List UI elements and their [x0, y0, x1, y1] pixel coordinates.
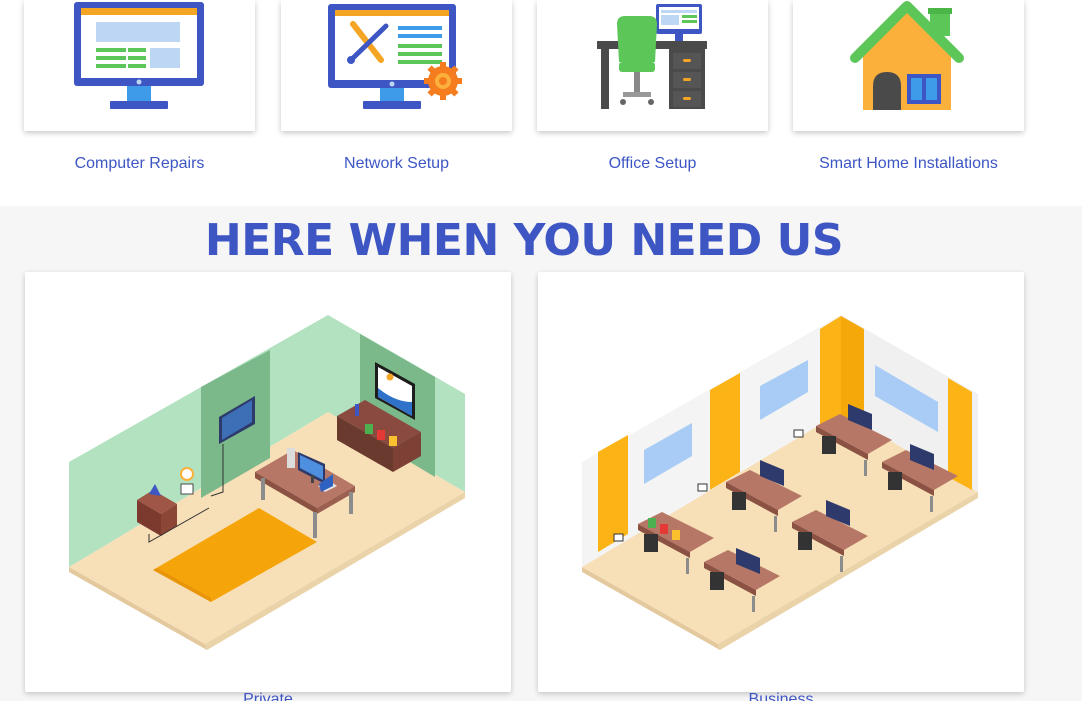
services-section: Computer Repairs Network Setup Office Se…: [0, 0, 1082, 206]
here-when-you-need-us-section: HERE WHEN YOU NEED US Private Business: [0, 206, 1082, 701]
service-label[interactable]: Network Setup: [281, 155, 512, 173]
computer-monitor-icon: [74, 2, 204, 109]
business-label[interactable]: Business: [538, 691, 1024, 701]
service-card[interactable]: [793, 0, 1024, 131]
private-card[interactable]: [25, 272, 511, 692]
home-room-illustration: [69, 315, 465, 650]
service-office-setup[interactable]: Office Setup: [537, 0, 768, 173]
business-card[interactable]: [538, 272, 1024, 692]
private-label[interactable]: Private: [25, 691, 511, 701]
service-network-setup[interactable]: Network Setup: [281, 0, 512, 173]
office-room-illustration: [582, 315, 978, 650]
smart-house-icon: [850, 1, 964, 110]
monitor-tools-gear-icon: [328, 4, 462, 109]
service-card[interactable]: [281, 0, 512, 131]
service-label[interactable]: Computer Repairs: [24, 155, 255, 173]
service-card[interactable]: [537, 0, 768, 131]
section-title: HERE WHEN YOU NEED US: [204, 215, 844, 266]
service-computer-repairs[interactable]: Computer Repairs: [24, 0, 255, 173]
office-desk-chair-icon: [597, 4, 707, 109]
service-smart-home-installations[interactable]: Smart Home Installations: [793, 0, 1024, 173]
service-label[interactable]: Smart Home Installations: [793, 155, 1024, 173]
service-card[interactable]: [24, 0, 255, 131]
service-label[interactable]: Office Setup: [537, 155, 768, 173]
